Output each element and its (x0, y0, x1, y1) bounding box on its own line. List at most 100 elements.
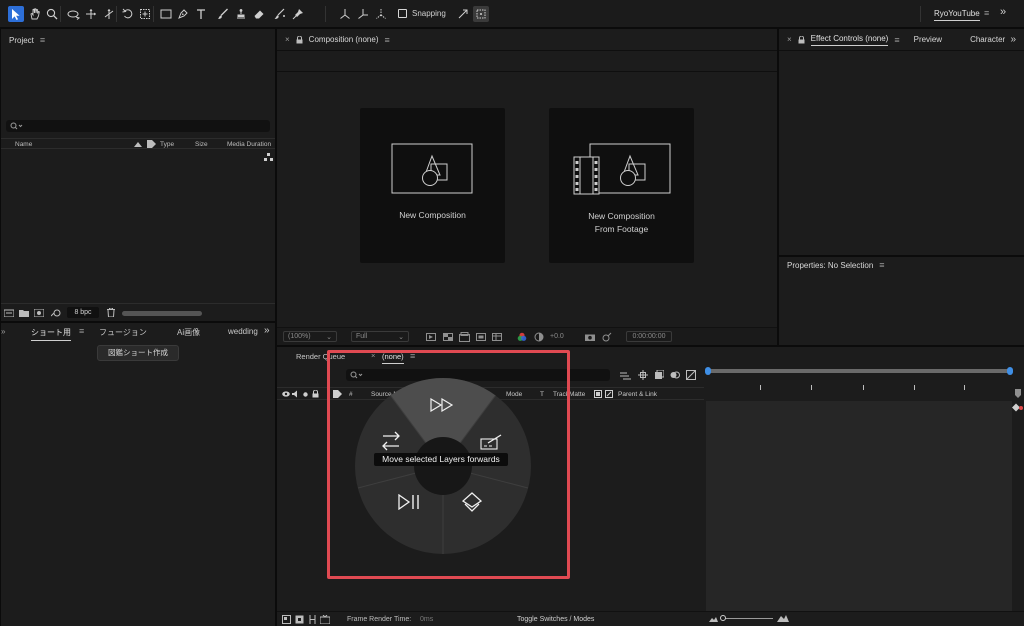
matte-icon[interactable] (594, 390, 602, 398)
parent-pickwhip-icon[interactable] (605, 390, 613, 398)
flowchart-icon[interactable] (264, 153, 273, 161)
column-parent-link[interactable]: Parent & Link (618, 391, 657, 398)
zoom-in-mountain-icon[interactable] (777, 614, 789, 622)
in-out-stretch-icon[interactable] (308, 615, 317, 624)
lock-icon[interactable] (798, 35, 805, 44)
timecode-field[interactable]: 0:00:00:00 (626, 331, 672, 342)
lock-icon[interactable] (296, 35, 303, 44)
column-size[interactable]: Size (195, 141, 208, 148)
close-icon[interactable]: × (787, 35, 792, 44)
grid-guide-icon[interactable] (492, 333, 502, 341)
project-search-input[interactable] (6, 120, 270, 132)
workspace-ryoyoutube[interactable]: RyoYouTube (934, 9, 980, 21)
world-axis-icon[interactable] (355, 6, 371, 22)
exposure-reset-icon[interactable] (534, 332, 544, 342)
interpret-footage-icon[interactable] (4, 309, 14, 317)
rotate-tool-icon[interactable] (120, 6, 136, 22)
column-type[interactable]: Type (160, 141, 174, 148)
color-channels-icon[interactable] (517, 332, 527, 342)
show-snapshot-icon[interactable] (602, 332, 612, 342)
time-ruler[interactable] (706, 383, 1012, 391)
tab-ai-image[interactable]: Ai画像 (177, 327, 200, 338)
timeline-track-area[interactable] (706, 401, 1012, 611)
properties-title[interactable]: Properties: No Selection (787, 261, 873, 270)
work-area-end-handle[interactable] (1007, 367, 1013, 375)
zoom-slider-track[interactable] (723, 618, 773, 619)
transparency-grid-icon[interactable] (443, 333, 453, 341)
draft-3d-icon[interactable] (638, 370, 648, 380)
roto-brush-icon[interactable] (271, 6, 287, 22)
comp-marker-bin-icon[interactable] (1014, 389, 1022, 399)
new-composition-icon[interactable] (34, 309, 44, 317)
toggle-mask-icon[interactable] (459, 332, 470, 342)
pan-camera-icon[interactable] (83, 6, 99, 22)
tab-fusion[interactable]: フュージョン (99, 327, 147, 338)
puppet-pin-icon[interactable] (290, 6, 306, 22)
tab-overflow-left-icon[interactable]: » (1, 327, 5, 336)
magnification-dropdown[interactable]: (100%) ⌄ (283, 331, 337, 342)
column-name[interactable]: Name (15, 141, 32, 148)
tab-effect-controls[interactable]: Effect Controls (none) (810, 34, 889, 46)
transfer-controls-icon[interactable] (295, 615, 304, 624)
new-composition-card[interactable]: New Composition (360, 108, 505, 263)
panel-menu-icon[interactable]: ≡ (384, 35, 389, 45)
tab-overflow-icon[interactable]: » (264, 325, 270, 336)
zoom-out-mountain-icon[interactable] (709, 616, 718, 622)
panel-menu-icon[interactable]: ≡ (40, 35, 45, 45)
close-icon[interactable]: × (285, 35, 290, 44)
project-settings-icon[interactable] (51, 308, 62, 318)
workspace-overflow-icon[interactable]: » (1000, 6, 1006, 18)
snap-edges-icon[interactable] (455, 6, 471, 22)
new-composition-from-footage-card[interactable]: New Composition From Footage (549, 108, 694, 263)
solo-dot-icon[interactable] (303, 392, 308, 397)
pen-tool-icon[interactable] (175, 6, 191, 22)
brush-tool-icon[interactable] (215, 6, 231, 22)
rectangle-tool-icon[interactable] (158, 6, 174, 22)
workspace-menu-icon[interactable]: ≡ (984, 8, 989, 18)
snapshot-camera-icon[interactable] (585, 333, 595, 341)
motion-blur-icon[interactable] (686, 370, 696, 380)
exposure-value[interactable]: +0.0 (550, 333, 564, 340)
eraser-tool-icon[interactable] (251, 6, 267, 22)
lock-icon[interactable] (312, 390, 319, 398)
view-axis-icon[interactable] (373, 6, 389, 22)
layer-switches-icon[interactable] (282, 615, 291, 624)
snap-features-icon[interactable] (473, 6, 489, 22)
render-time-icon[interactable] (320, 615, 330, 624)
type-tool-icon[interactable] (193, 6, 209, 22)
zoom-tool-icon[interactable] (44, 6, 60, 22)
toggle-switches-modes-button[interactable]: Toggle Switches / Modes (517, 616, 594, 623)
tab-preview[interactable]: Preview (914, 35, 942, 44)
frame-blending-icon[interactable] (670, 370, 680, 380)
new-folder-icon[interactable] (19, 309, 29, 317)
region-of-interest-icon[interactable] (476, 333, 486, 341)
comp-mini-flowchart-icon[interactable] (620, 371, 631, 380)
selection-tool-icon[interactable] (8, 6, 24, 22)
tab-short[interactable]: ショート用 (31, 327, 71, 341)
column-media-duration[interactable]: Media Duration (227, 141, 271, 148)
orbit-camera-icon[interactable] (65, 6, 81, 22)
audio-speaker-icon[interactable] (292, 390, 300, 398)
snapping-checkbox[interactable] (398, 9, 407, 18)
tab-wedding[interactable]: wedding (228, 327, 258, 336)
hand-tool-icon[interactable] (27, 6, 43, 22)
video-eye-icon[interactable] (282, 391, 290, 397)
tab-character[interactable]: Character (970, 35, 1005, 44)
work-area-start-handle[interactable] (705, 367, 711, 375)
panel-menu-icon[interactable]: ≡ (879, 260, 884, 270)
trash-icon[interactable] (107, 308, 115, 317)
project-title[interactable]: Project (9, 36, 34, 45)
pan-behind-icon[interactable] (137, 6, 153, 22)
thumbnail-slider[interactable] (122, 311, 202, 316)
zoom-slider-knob[interactable] (720, 615, 726, 621)
fast-previews-icon[interactable] (426, 333, 436, 341)
local-axis-icon[interactable] (337, 6, 353, 22)
bit-depth-button[interactable]: 8 bpc (67, 307, 99, 318)
panel-menu-icon[interactable]: ≡ (79, 326, 84, 336)
shy-layers-icon[interactable] (654, 370, 664, 380)
panel-menu-icon[interactable]: ≡ (894, 35, 899, 45)
create-short-button[interactable]: 図鑑ショート作成 (97, 345, 179, 361)
dolly-camera-icon[interactable] (101, 6, 117, 22)
composition-tab-title[interactable]: Composition (none) (309, 35, 379, 44)
work-area-bar[interactable] (708, 369, 1010, 373)
